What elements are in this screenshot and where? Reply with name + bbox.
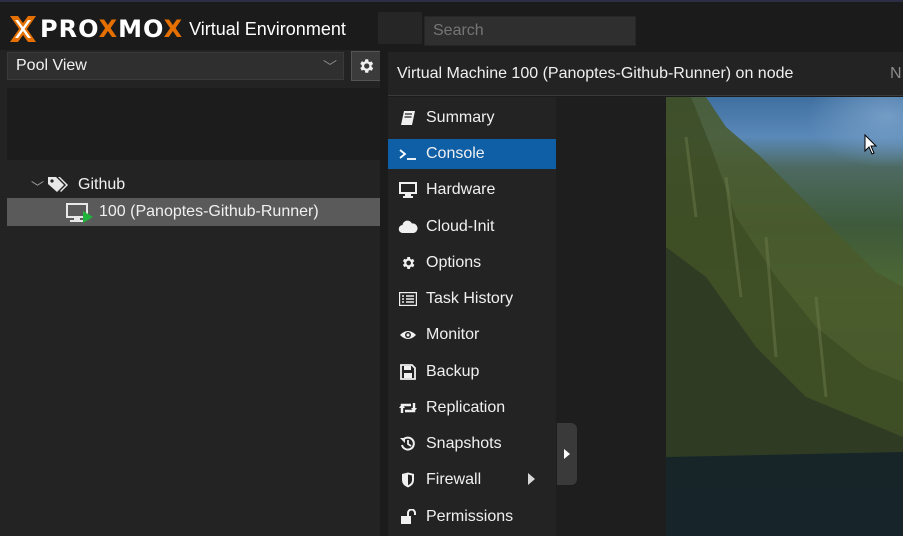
header-spacer — [378, 12, 422, 44]
nav-item-label: Summary — [426, 109, 495, 126]
mouse-cursor-icon — [864, 134, 878, 155]
nav-item-firewall[interactable]: Firewall — [388, 465, 556, 495]
nav-item-cloud-init[interactable]: Cloud-Init — [388, 212, 556, 242]
nav-item-label: Options — [426, 254, 482, 271]
page-title-overflow: N — [890, 65, 902, 82]
tree-item-label: 100 (Panoptes-Github-Runner) — [99, 203, 319, 220]
unlock-icon — [401, 509, 416, 524]
top-bar: PROXMOX Virtual Environment — [0, 0, 903, 50]
nav-item-monitor[interactable]: Monitor — [388, 320, 556, 350]
list-icon — [399, 292, 417, 306]
terminal-icon — [399, 149, 416, 160]
nav-item-snapshots[interactable]: Snapshots — [388, 429, 556, 459]
nav-item-label: Monitor — [426, 326, 480, 343]
tree-item-pool[interactable]: ﹀ Github — [7, 171, 380, 199]
console-landscape-image — [666, 97, 903, 536]
floppy-icon — [400, 364, 416, 380]
tree-header-area — [7, 88, 380, 160]
nav-item-label: Firewall — [426, 471, 482, 488]
search-input[interactable] — [424, 16, 636, 46]
content-header: Virtual Machine 100 (Panoptes-Github-Run… — [388, 52, 903, 96]
nav-item-label: Task History — [426, 290, 514, 307]
logo-wordmark: PROXMOX — [40, 15, 184, 43]
nav-item-backup[interactable]: Backup — [388, 357, 556, 387]
collapse-nav-button[interactable] — [557, 423, 577, 485]
view-settings-button[interactable] — [351, 51, 381, 81]
nav-item-replication[interactable]: Replication — [388, 393, 556, 423]
gear-icon — [360, 59, 374, 73]
nav-item-hardware[interactable]: Hardware — [388, 175, 556, 205]
shield-icon — [402, 472, 414, 488]
history-icon — [400, 436, 415, 451]
nav-item-label: Cloud-Init — [426, 218, 495, 235]
nav-item-label: Hardware — [426, 181, 496, 198]
expand-chevron-icon[interactable]: ﹀ — [31, 177, 44, 196]
vm-running-icon — [66, 203, 93, 223]
gear-icon — [402, 257, 415, 269]
vm-nav-menu: Summary Console Hardware Cloud-Init Opti… — [388, 97, 556, 536]
nav-item-label: Snapshots — [426, 435, 502, 452]
nav-item-summary[interactable]: Summary — [388, 103, 556, 133]
resource-tree: ﹀ Github 100 (Panoptes-Github-Runner) — [7, 160, 380, 536]
product-name: Virtual Environment — [189, 18, 346, 39]
view-selector[interactable]: Pool View ﹀ — [7, 52, 344, 80]
console-view[interactable] — [666, 97, 903, 536]
retweet-icon — [399, 403, 417, 413]
cloud-icon — [398, 220, 418, 234]
nav-item-label: Backup — [426, 363, 480, 380]
caret-right-icon — [564, 449, 570, 459]
nav-item-label: Console — [426, 145, 485, 162]
page-title: Virtual Machine 100 (Panoptes-Github-Run… — [397, 65, 794, 82]
nav-item-options[interactable]: Options — [388, 248, 556, 278]
proxmox-logo[interactable]: PROXMOX Virtual Environment — [8, 14, 346, 44]
nav-item-permissions[interactable]: Permissions — [388, 502, 556, 532]
book-icon — [401, 111, 415, 125]
panel-splitter[interactable] — [380, 50, 388, 536]
nav-item-console[interactable]: Console — [388, 139, 556, 169]
desktop-icon — [399, 182, 417, 198]
tags-icon — [48, 177, 68, 192]
tree-item-label: Github — [78, 176, 126, 193]
nav-item-label: Permissions — [426, 508, 514, 525]
nav-item-label: Replication — [426, 399, 506, 416]
submenu-arrow-icon — [528, 473, 535, 485]
view-selector-value: Pool View — [16, 57, 87, 74]
eye-icon — [400, 331, 416, 339]
nav-item-task-history[interactable]: Task History — [388, 284, 556, 314]
proxmox-x-icon — [10, 16, 36, 42]
tree-item-vm[interactable]: 100 (Panoptes-Github-Runner) — [7, 198, 380, 226]
chevron-down-icon: ﹀ — [323, 59, 337, 75]
